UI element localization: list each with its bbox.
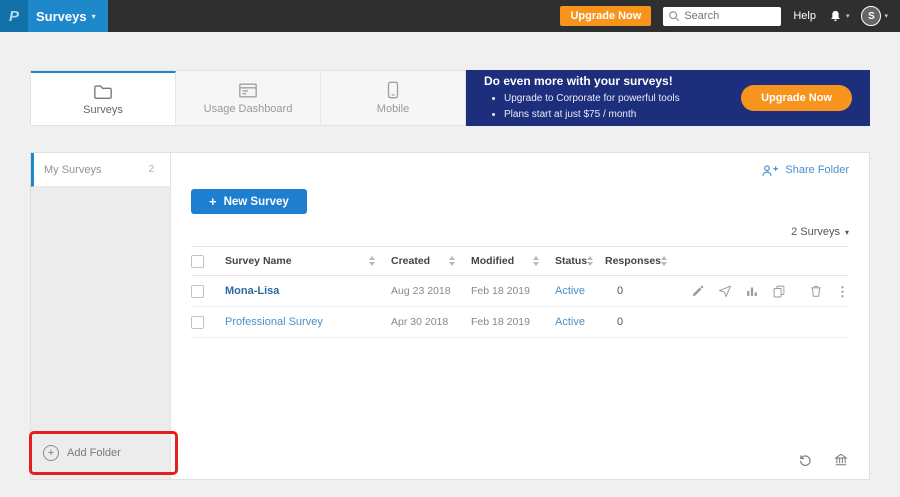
plus-circle-icon: + xyxy=(43,445,59,461)
header-label: Created xyxy=(391,255,430,267)
account-menu[interactable]: S ▾ xyxy=(861,6,888,26)
header-label: Status xyxy=(555,255,587,267)
created-date: Apr 30 2018 xyxy=(391,316,471,328)
banner-bullets: Upgrade to Corporate for powerful tools … xyxy=(484,91,741,122)
upsell-banner: Do even more with your surveys! Upgrade … xyxy=(466,70,870,126)
sort-icon[interactable] xyxy=(449,256,455,266)
folder-icon xyxy=(93,83,113,100)
tabs: Surveys Usage Dashboard Mobile xyxy=(30,70,466,126)
search-input[interactable] xyxy=(684,10,776,22)
header-label: Responses xyxy=(605,255,661,267)
new-survey-label: New Survey xyxy=(224,196,289,208)
row-actions: ⋮ xyxy=(677,284,849,298)
chevron-down-icon: ▾ xyxy=(884,12,888,20)
share-folder-icon xyxy=(761,164,779,177)
survey-name-link[interactable]: Mona-Lisa xyxy=(225,285,279,297)
table-row: Professional Survey Apr 30 2018 Feb 18 2… xyxy=(191,307,849,338)
trash-icon[interactable] xyxy=(809,284,823,298)
responses-count: 0 xyxy=(605,316,677,328)
table-row: Mona-Lisa Aug 23 2018 Feb 18 2019 Active… xyxy=(191,276,849,307)
more-options-kebab-icon[interactable]: ⋮ xyxy=(836,285,849,298)
modified-date: Feb 18 2019 xyxy=(471,316,555,328)
header-survey-name[interactable]: Survey Name xyxy=(225,255,391,267)
report-bar-chart-icon[interactable] xyxy=(745,284,759,298)
responses-count: 0 xyxy=(605,285,677,297)
modified-date: Feb 18 2019 xyxy=(471,285,555,297)
share-folder-label: Share Folder xyxy=(785,164,849,176)
chevron-down-icon: ▾ xyxy=(92,12,96,21)
tab-label: Mobile xyxy=(377,103,409,115)
header-created[interactable]: Created xyxy=(391,255,471,267)
topbar-right: Upgrade Now Help ▾ S ▾ xyxy=(560,6,900,26)
app-menu-surveys[interactable]: P Surveys ▾ xyxy=(0,0,108,32)
mobile-icon xyxy=(386,81,400,99)
row-checkbox[interactable] xyxy=(191,285,204,298)
header-modified[interactable]: Modified xyxy=(471,255,555,267)
folder-label: My Surveys xyxy=(44,164,101,176)
tab-label: Surveys xyxy=(83,104,123,116)
tab-usage-dashboard[interactable]: Usage Dashboard xyxy=(176,71,321,125)
plus-icon: + xyxy=(209,195,217,208)
logo-letter: P xyxy=(9,8,19,25)
row-checkbox[interactable] xyxy=(191,316,204,329)
app-menu-label: Surveys xyxy=(36,9,87,24)
brand-logo: P xyxy=(0,0,28,32)
banner-text: Do even more with your surveys! Upgrade … xyxy=(484,74,741,122)
tab-label: Usage Dashboard xyxy=(204,103,293,115)
header-status[interactable]: Status xyxy=(555,255,605,267)
help-link[interactable]: Help xyxy=(793,10,816,22)
topbar: P Surveys ▾ Upgrade Now Help ▾ S ▾ xyxy=(0,0,900,32)
avatar: S xyxy=(861,6,881,26)
created-date: Aug 23 2018 xyxy=(391,285,471,297)
tab-mobile[interactable]: Mobile xyxy=(321,71,465,125)
banner-title: Do even more with your surveys! xyxy=(484,74,741,88)
status-badge[interactable]: Active xyxy=(555,285,605,297)
edit-pencil-icon[interactable] xyxy=(691,284,705,298)
surveys-content: Share Folder + New Survey 2 Surveys ▾ Su… xyxy=(171,153,869,479)
banner-upgrade-button[interactable]: Upgrade Now xyxy=(741,85,852,111)
folders-sidebar: My Surveys 2 + Add Folder xyxy=(31,153,171,479)
notifications-menu[interactable]: ▾ xyxy=(828,9,850,24)
sort-icon[interactable] xyxy=(587,256,593,266)
header-label: Survey Name xyxy=(225,255,292,267)
surveys-panel: My Surveys 2 + Add Folder Share Folder xyxy=(30,152,870,480)
dashboard-icon xyxy=(238,82,258,99)
folder-count-badge: 2 xyxy=(148,164,154,175)
select-all-checkbox[interactable] xyxy=(191,255,204,268)
toolbar-row: + New Survey xyxy=(191,189,849,214)
plus-glyph: + xyxy=(48,448,54,459)
page-body: Surveys Usage Dashboard Mobile Do even m… xyxy=(0,32,900,480)
new-survey-button[interactable]: + New Survey xyxy=(191,189,307,214)
recycle-bin-icon[interactable] xyxy=(797,452,813,467)
survey-name-link[interactable]: Professional Survey xyxy=(225,316,323,328)
sort-icon[interactable] xyxy=(661,256,667,266)
send-paper-plane-icon[interactable] xyxy=(718,284,732,298)
surveys-count-label: 2 Surveys xyxy=(791,226,840,238)
upgrade-now-button[interactable]: Upgrade Now xyxy=(560,6,651,26)
header-responses[interactable]: Responses xyxy=(605,255,677,267)
tabs-row: Surveys Usage Dashboard Mobile Do even m… xyxy=(30,70,870,126)
sidebar-spacer xyxy=(31,187,170,435)
sort-icon[interactable] xyxy=(369,256,375,266)
search-box[interactable] xyxy=(663,7,781,26)
banner-bullet: Plans start at just $75 / month xyxy=(504,107,741,123)
chevron-down-icon: ▾ xyxy=(845,228,849,237)
card-footer-icons xyxy=(797,452,849,467)
search-icon xyxy=(668,10,680,22)
banner-bullet: Upgrade to Corporate for powerful tools xyxy=(504,91,741,107)
status-badge[interactable]: Active xyxy=(555,316,605,328)
share-folder-button[interactable]: Share Folder xyxy=(191,153,849,187)
tab-surveys[interactable]: Surveys xyxy=(31,71,176,125)
add-folder-label: Add Folder xyxy=(67,447,121,459)
bell-icon xyxy=(828,9,843,24)
header-label: Modified xyxy=(471,255,514,267)
sort-icon[interactable] xyxy=(533,256,539,266)
survey-bank-icon[interactable] xyxy=(833,452,849,467)
sidebar-item-my-surveys[interactable]: My Surveys 2 xyxy=(31,153,170,187)
chevron-down-icon: ▾ xyxy=(846,12,850,20)
table-header-row: Survey Name Created Modified Status Resp… xyxy=(191,246,849,276)
surveys-count-dropdown[interactable]: 2 Surveys ▾ xyxy=(191,226,849,238)
add-folder-button[interactable]: + Add Folder xyxy=(31,435,170,471)
copy-icon[interactable] xyxy=(772,284,786,298)
